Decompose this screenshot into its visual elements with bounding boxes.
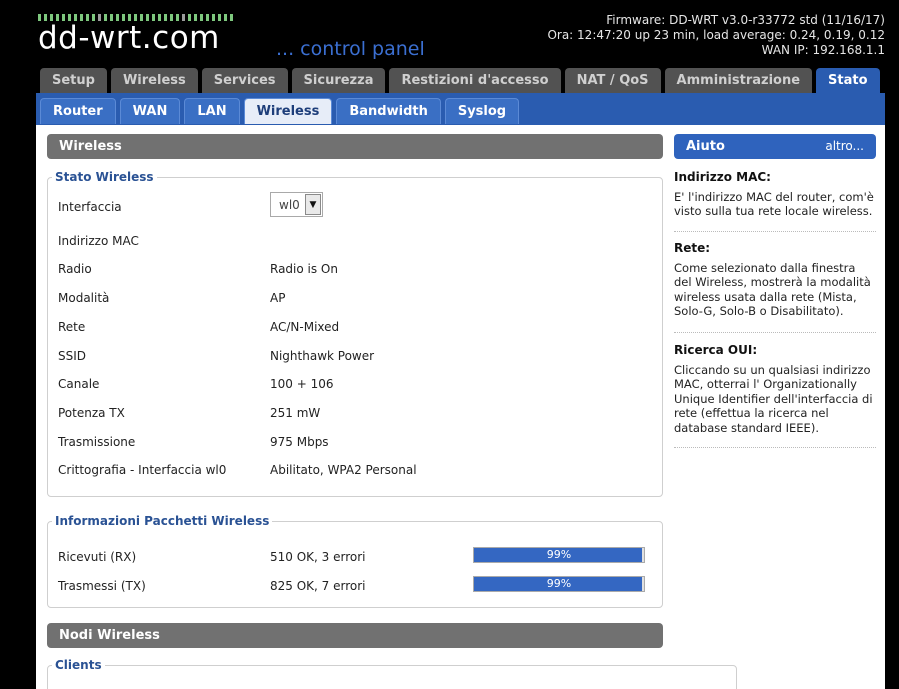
logo-subtitle: ... control panel xyxy=(276,38,425,60)
stato-wireless-fieldset: Stato Wireless Interfaccia wl0 ▼ Indiriz… xyxy=(47,170,663,497)
help-more-link[interactable]: altro... xyxy=(825,134,864,159)
subtab-wan[interactable]: WAN xyxy=(119,98,181,124)
tab-services[interactable]: Services xyxy=(201,68,288,94)
logo-text: dd-wrt.com xyxy=(38,20,220,56)
value-crittografia: Abilitato, WPA2 Personal xyxy=(270,463,417,477)
help-title-rete: Rete: xyxy=(674,241,711,255)
help-block-oui: Ricerca OUI: Cliccando su un qualsiasi i… xyxy=(674,343,876,435)
value-tx: 825 OK, 7 errori xyxy=(270,579,366,593)
label-rete: Rete xyxy=(58,320,86,334)
tab-stato[interactable]: Stato xyxy=(816,68,880,94)
rx-progress-bar: 99% xyxy=(473,547,645,563)
value-ssid: Nighthawk Power xyxy=(270,349,375,363)
clients-legend: Clients xyxy=(55,658,102,672)
tab-nat-qos[interactable]: NAT / QoS xyxy=(564,68,661,94)
help-title-oui: Ricerca OUI: xyxy=(674,343,758,357)
tx-progress-label: 99% xyxy=(546,577,572,590)
help-block-mac: Indirizzo MAC: E' l'indirizzo MAC del ro… xyxy=(674,170,876,219)
section-wireless: Wireless xyxy=(47,134,663,159)
subtab-lan[interactable]: LAN xyxy=(184,98,240,124)
ddwrt-logo: dd-wrt.com xyxy=(38,14,233,56)
header: dd-wrt.com ... control panel Firmware: D… xyxy=(0,0,899,66)
subtab-syslog[interactable]: Syslog xyxy=(444,98,520,124)
label-mac: Indirizzo MAC xyxy=(58,234,139,248)
chevron-down-icon: ▼ xyxy=(305,194,321,215)
clients-fieldset: Clients xyxy=(47,658,737,689)
stato-wireless-legend: Stato Wireless xyxy=(55,170,154,184)
tab-setup[interactable]: Setup xyxy=(40,68,107,94)
label-canale: Canale xyxy=(58,377,100,391)
firmware-info: Firmware: DD-WRT v3.0-r33772 std (11/16/… xyxy=(606,13,885,27)
help-divider xyxy=(674,447,876,448)
section-nodi-wireless: Nodi Wireless xyxy=(47,623,663,648)
help-title-mac: Indirizzo MAC: xyxy=(674,170,771,184)
main-tabs: Setup Wireless Services Sicurezza Restiz… xyxy=(40,68,880,94)
wan-ip-info: WAN IP: 192.168.1.1 xyxy=(761,43,885,57)
subtab-bandwidth[interactable]: Bandwidth xyxy=(336,98,441,124)
label-crittografia: Crittografia - Interfaccia wl0 xyxy=(58,463,227,477)
tab-sicurezza[interactable]: Sicurezza xyxy=(291,68,386,94)
value-radio: Radio is On xyxy=(270,262,338,276)
pacchetti-legend: Informazioni Pacchetti Wireless xyxy=(55,514,270,528)
label-potenza: Potenza TX xyxy=(58,406,125,420)
help-block-rete: Rete: Come selezionato dalla finestra de… xyxy=(674,241,876,319)
help-text-rete: Come selezionato dalla finestra del Wire… xyxy=(674,260,871,319)
tab-restrizioni[interactable]: Restizioni d'accesso xyxy=(389,68,561,94)
help-text-oui: Cliccando su un qualsiasi indirizzo MAC,… xyxy=(674,362,873,435)
subtab-router[interactable]: Router xyxy=(40,98,116,124)
value-canale: 100 + 106 xyxy=(270,377,334,391)
label-trasmissione: Trasmissione xyxy=(58,435,136,449)
label-tx: Trasmessi (TX) xyxy=(58,579,146,593)
help-text-mac: E' l'indirizzo MAC del router, com'è vis… xyxy=(674,189,874,219)
interface-select-value: wl0 xyxy=(279,198,300,212)
value-modalita: AP xyxy=(270,291,286,305)
value-rete: AC/N-Mixed xyxy=(270,320,340,334)
help-title: Aiuto xyxy=(686,139,725,154)
label-modalita: Modalità xyxy=(58,291,110,305)
interface-select[interactable]: wl0 ▼ xyxy=(270,192,323,217)
label-rx: Ricevuti (RX) xyxy=(58,550,137,564)
label-interfaccia: Interfaccia xyxy=(58,200,122,214)
uptime-info: Ora: 12:47:20 up 23 min, load average: 0… xyxy=(547,28,885,42)
value-potenza: 251 mW xyxy=(270,406,321,420)
rx-progress-label: 99% xyxy=(546,548,572,561)
label-ssid: SSID xyxy=(58,349,87,363)
value-rx: 510 OK, 3 errori xyxy=(270,550,366,564)
system-info: Firmware: DD-WRT v3.0-r33772 std (11/16/… xyxy=(547,13,885,58)
tx-progress-bar: 99% xyxy=(473,576,645,592)
help-header: Aiuto altro... xyxy=(674,134,876,159)
tab-amministrazione[interactable]: Amministrazione xyxy=(664,68,813,94)
tab-wireless[interactable]: Wireless xyxy=(110,68,198,94)
value-trasmissione: 975 Mbps xyxy=(270,435,329,449)
subtab-wireless[interactable]: Wireless xyxy=(243,98,333,124)
pacchetti-fieldset: Informazioni Pacchetti Wireless Ricevuti… xyxy=(47,514,663,608)
sub-tabs: Router WAN LAN Wireless Bandwidth Syslog xyxy=(40,98,520,124)
label-radio: Radio xyxy=(58,262,92,276)
help-divider xyxy=(674,231,876,232)
content-area: Wireless Stato Wireless Interfaccia wl0 … xyxy=(36,125,885,689)
help-divider xyxy=(674,332,876,333)
